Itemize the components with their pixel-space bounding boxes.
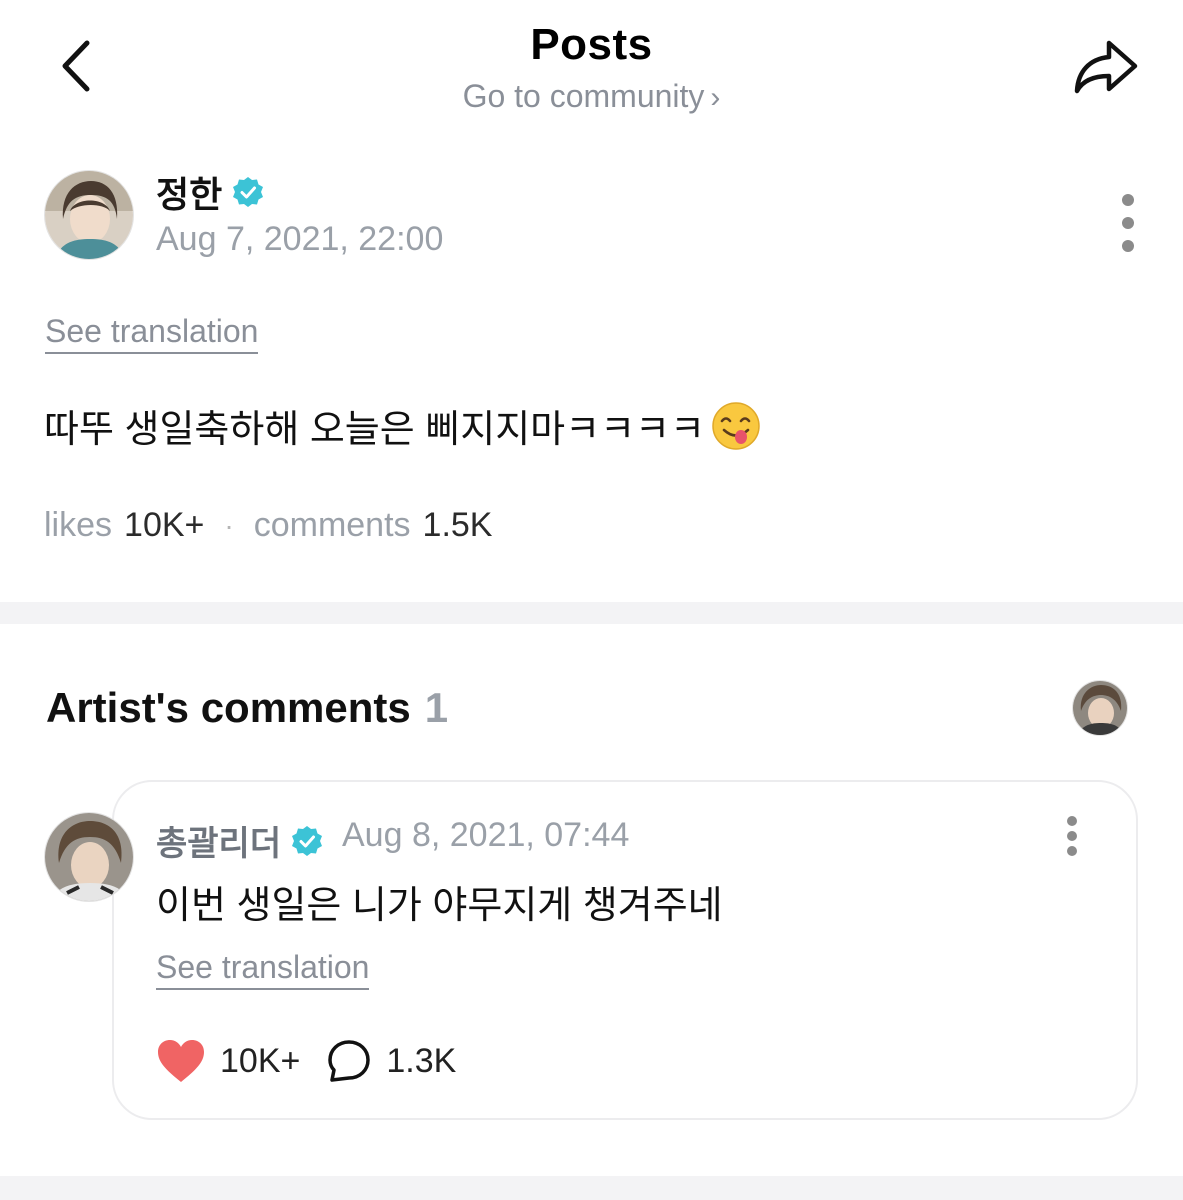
page-title: Posts	[530, 20, 653, 69]
verified-badge-icon	[233, 177, 264, 207]
comments-label: comments	[253, 506, 411, 544]
more-dot-icon	[1122, 217, 1134, 229]
post-see-translation-link[interactable]: See translation	[45, 312, 259, 355]
community-link-label: Go to community	[462, 78, 705, 114]
comment-date: Aug 8, 2021, 07:44	[342, 816, 630, 854]
post-body-text: 따뚜 생일축하해 오늘은 삐지지마ㅋㅋㅋㅋ	[44, 409, 705, 451]
comment-text: 이번 생일은 니가 야무지게 챙겨주네	[156, 885, 723, 927]
comments-count[interactable]: 1.5K	[423, 506, 493, 545]
more-dot-icon	[1067, 846, 1077, 856]
share-button[interactable]	[1066, 34, 1146, 100]
section-divider	[0, 602, 1183, 624]
comment-likes-count: 10K+	[220, 1041, 301, 1080]
comment-replies-count: 1.3K	[386, 1041, 457, 1080]
post-date: Aug 7, 2021, 22:00	[156, 220, 444, 258]
share-arrow-icon	[1074, 40, 1138, 94]
comment-author-name[interactable]: 총괄리더	[156, 816, 323, 865]
author-name-text: 정한	[156, 174, 223, 215]
more-dot-icon	[1067, 831, 1077, 841]
likes-label: likes	[44, 506, 113, 544]
top-bar: Posts Go to community ›	[0, 0, 1183, 140]
profile-photo-icon	[45, 813, 133, 901]
post-stats: likes 10K+ · comments 1.5K	[44, 506, 493, 545]
section-divider	[0, 1176, 1183, 1200]
comment-see-translation-link[interactable]: See translation	[156, 948, 370, 991]
artist-comments-heading: Artist's comments 1	[46, 684, 448, 732]
comment-reply-button[interactable]: 1.3K	[326, 1038, 456, 1084]
likes-count[interactable]: 10K+	[124, 506, 204, 545]
author-avatar[interactable]	[44, 170, 134, 260]
artist-comments-count: 1	[424, 684, 449, 731]
comment-like-button[interactable]: 10K+	[156, 1038, 300, 1084]
comment-author-name-text: 총괄리더	[156, 825, 282, 863]
speech-bubble-icon	[328, 1040, 371, 1082]
more-dot-icon	[1122, 240, 1134, 252]
comment-author-avatar[interactable]	[44, 812, 134, 902]
profile-photo-icon	[1073, 681, 1127, 735]
post-body: 따뚜 생일축하해 오늘은 삐지지마ㅋㅋㅋㅋ	[44, 398, 761, 453]
more-dot-icon	[1067, 816, 1077, 826]
more-dot-icon	[1122, 194, 1134, 206]
heart-icon	[158, 1040, 204, 1082]
post-more-options-button[interactable]	[1112, 192, 1144, 254]
separator-dot: ·	[224, 509, 234, 541]
comment-more-options-button[interactable]	[1058, 816, 1086, 856]
verified-badge-icon	[292, 825, 323, 856]
face-savoring-food-emoji	[712, 401, 760, 450]
profile-photo-icon	[45, 171, 133, 259]
author-name[interactable]: 정한	[156, 166, 264, 218]
chevron-right-icon: ›	[710, 81, 721, 114]
comment-actions: 10K+ 1.3K	[156, 1034, 456, 1088]
post-detail-page: Posts Go to community › 정한 Aug 7, 2021, 2…	[0, 0, 1183, 1200]
go-to-community-link[interactable]: Go to community ›	[0, 78, 1183, 115]
artist-comments-title: Artist's comments	[46, 684, 411, 731]
artist-filter-avatar[interactable]	[1072, 680, 1128, 736]
